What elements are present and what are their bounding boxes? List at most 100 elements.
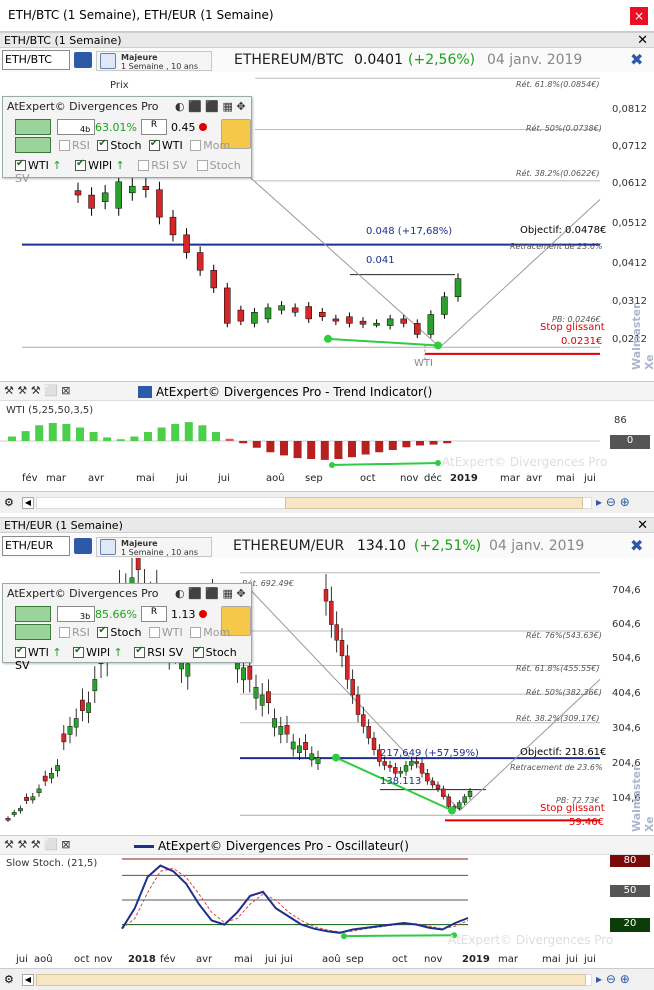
candle-body <box>291 307 299 313</box>
overlay-tf-button[interactable]: 3b <box>57 606 95 622</box>
stoch-sv-checkbox[interactable] <box>192 645 204 658</box>
month-label: aoû <box>322 954 341 965</box>
indicator-bar <box>198 425 207 441</box>
overlay-r-button[interactable]: R <box>141 606 167 622</box>
stoch-checkbox[interactable] <box>97 138 109 151</box>
overlay-controls[interactable]: ◐ ⬛ ⬛ ▦ ✥ <box>175 587 250 601</box>
top-divergence-overlay[interactable]: AtExpert© Divergences Pro ◐ ⬛ ⬛ ▦ ✥ 4b 6… <box>2 96 252 185</box>
bottom-symbol-input[interactable]: ETH/EUR <box>2 536 70 556</box>
level-label: 138.113 <box>380 776 422 787</box>
indicator-bar <box>116 439 125 441</box>
overlay-pattern-button[interactable] <box>15 137 51 153</box>
mom-checkbox[interactable] <box>190 140 202 151</box>
overlay-trend-button[interactable] <box>15 119 51 135</box>
month-label: nov <box>400 473 419 484</box>
rsi-sv-checkbox[interactable] <box>134 645 146 658</box>
scroll-thumb[interactable] <box>36 974 586 986</box>
trend-line <box>249 176 441 348</box>
wti-sv-checkbox[interactable] <box>15 645 26 658</box>
candle-body <box>309 753 315 761</box>
top-settings-icon[interactable]: ✖ <box>630 50 643 69</box>
indicator-toolbar-icons[interactable]: ⚒ ⚒ ⚒ ⬜ ⊠ <box>4 838 128 854</box>
top-indicator-chart[interactable]: WTI (5,25,50,3,5) 86 0 AtExpert© Diverge… <box>0 401 654 471</box>
bottom-settings-icon[interactable]: ✖ <box>630 536 643 555</box>
candle-body <box>156 189 163 218</box>
overlay-pattern-button[interactable] <box>15 624 51 640</box>
bottom-panel-close-icon[interactable]: ✕ <box>637 518 648 533</box>
book-icon[interactable] <box>74 538 92 554</box>
indicator-bar <box>348 441 356 458</box>
mom-checkbox[interactable] <box>190 627 202 638</box>
stoch-sv-checkbox[interactable] <box>196 160 208 171</box>
bottom-change: (+2,51%) <box>414 538 482 554</box>
month-label: avr <box>88 473 105 484</box>
wti-sv-checkbox[interactable] <box>15 158 26 171</box>
overlay-trend-button[interactable] <box>15 606 51 622</box>
bottom-divergence-overlay[interactable]: AtExpert© Divergences Pro ◐ ⬛ ⬛ ▦ ✥ 3b 8… <box>2 583 252 672</box>
overlay-status-dot <box>199 123 207 131</box>
month-label: mai <box>136 473 155 484</box>
top-symbol-input[interactable]: ETH/BTC <box>2 50 70 70</box>
y-tick: 0,0412 <box>612 258 647 269</box>
candle-body <box>387 765 393 768</box>
scroll-gear-icon[interactable]: ⚙ <box>4 973 14 986</box>
y-tick: 604,6 <box>612 619 641 630</box>
top-month-axis: fév mar avr mai jui jui aoû sep oct nov … <box>0 473 654 489</box>
month-label: oct <box>74 954 90 965</box>
indicator-toolbar-icons[interactable]: ⚒ ⚒ ⚒ ⬜ ⊠ <box>4 384 128 400</box>
indicator-bar <box>8 436 16 441</box>
candle-body <box>278 726 284 735</box>
scroll-left-button[interactable]: ◀ <box>22 497 34 509</box>
candle-body <box>435 784 441 790</box>
candle-body <box>74 190 82 196</box>
indicator-bar <box>429 441 438 445</box>
candle-body <box>210 269 217 289</box>
indicator-bar <box>388 441 397 450</box>
stoch-checkbox[interactable] <box>97 625 109 638</box>
indicator-bar <box>184 422 193 441</box>
rsi-checkbox[interactable] <box>59 140 70 151</box>
overlay-controls[interactable]: ◐ ⬛ ⬛ ▦ ✥ <box>175 100 250 114</box>
top-scrollbar[interactable]: ⚙ ◀ ▸ ⊖ ⊕ <box>0 491 654 513</box>
wipi-label: WIPI <box>88 159 113 172</box>
scroll-zoom-icons[interactable]: ▸ ⊖ ⊕ <box>596 495 630 509</box>
indicator-value-top: 86 <box>614 415 627 426</box>
bottom-indicator-chart[interactable]: Slow Stoch. (21,5) 80 50 20 AtExpert© Di… <box>0 855 654 953</box>
month-label: mar <box>498 954 518 965</box>
bottom-scrollbar[interactable]: ⚙ ◀ ▸ ⊖ ⊕ <box>0 968 654 990</box>
indicator-bar <box>130 436 139 441</box>
scroll-gear-icon[interactable]: ⚙ <box>4 496 14 509</box>
rsi-sv-label: RSI SV <box>151 159 188 172</box>
scroll-thumb[interactable] <box>285 497 583 509</box>
candle-body <box>73 718 79 728</box>
indicator-bar <box>280 441 288 456</box>
indicator-bar <box>443 441 452 444</box>
top-period-selector[interactable]: Majeure 1 Semaine , 10 ans <box>96 51 212 71</box>
top-indicator-title: AtExpert© Divergences Pro - Trend Indica… <box>156 385 433 399</box>
candle-body <box>61 733 67 743</box>
wti-checkbox[interactable] <box>148 627 160 638</box>
overlay-tf-button[interactable]: 4b <box>57 119 95 135</box>
scroll-zoom-icons[interactable]: ▸ ⊖ ⊕ <box>596 972 630 986</box>
indicator-bar <box>307 441 316 459</box>
bottom-period-selector[interactable]: Majeure 1 Semaine , 10 ans <box>96 537 212 557</box>
candle-body <box>115 181 122 209</box>
window-close-button[interactable]: × <box>630 7 648 25</box>
overlay-r-button[interactable]: R <box>141 119 167 135</box>
rsi-sv-checkbox[interactable] <box>138 160 150 171</box>
wipi-checkbox[interactable] <box>73 645 85 658</box>
indicator-label: Slow Stoch. (21,5) <box>6 858 98 869</box>
top-panel-close-icon[interactable]: ✕ <box>637 33 648 48</box>
wti-checkbox[interactable] <box>148 138 160 151</box>
indicator-bar <box>144 432 152 441</box>
window-titlebar: ETH/BTC (1 Semaine), ETH/EUR (1 Semaine)… <box>0 0 654 32</box>
candle-body <box>323 589 329 602</box>
scroll-left-button[interactable]: ◀ <box>22 974 34 986</box>
book-icon[interactable] <box>74 52 92 68</box>
candle-body <box>457 802 462 809</box>
rsi-checkbox[interactable] <box>59 627 70 638</box>
top-indicator-header: ⚒ ⚒ ⚒ ⬜ ⊠ AtExpert© Divergences Pro - Tr… <box>0 381 654 401</box>
candle-body <box>272 718 277 728</box>
wipi-checkbox[interactable] <box>75 158 87 171</box>
month-label: oct <box>360 473 376 484</box>
